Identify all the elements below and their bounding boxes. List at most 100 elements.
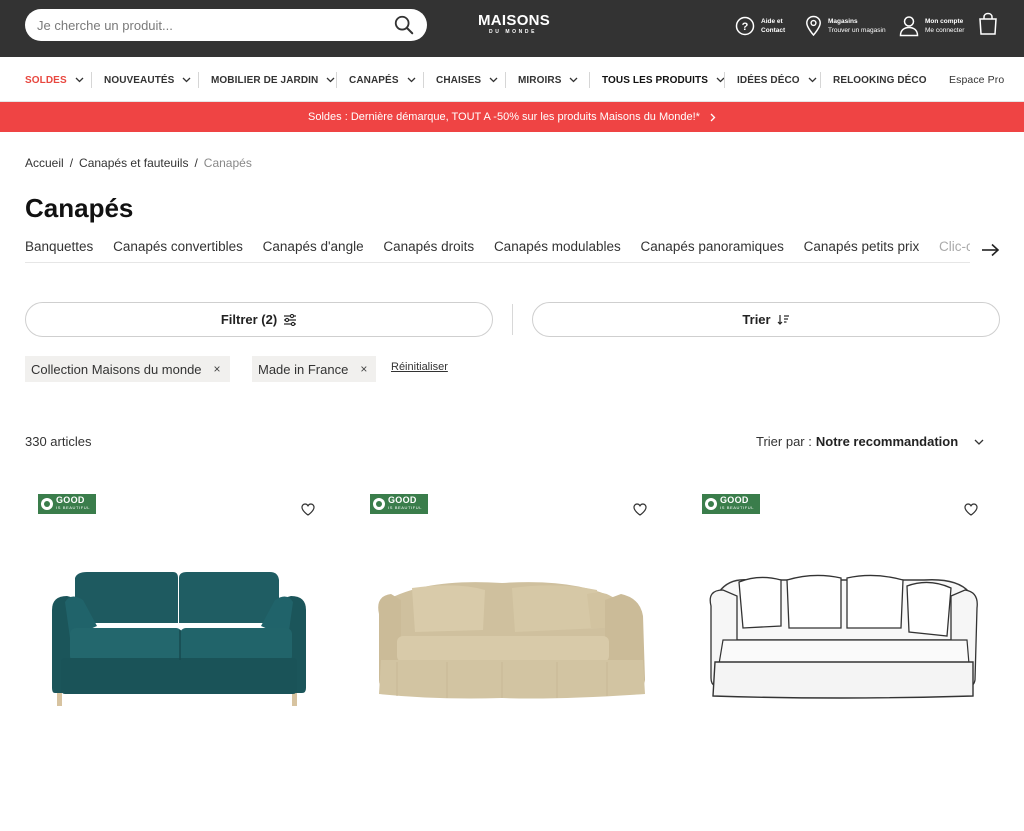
account-link[interactable]: Mon compte Me connecter bbox=[899, 12, 964, 40]
result-count: 330 articles bbox=[25, 434, 92, 449]
chevron-down-icon bbox=[182, 77, 191, 83]
sort-value: Notre recommandation bbox=[815, 434, 959, 449]
badge-title: GOOD bbox=[720, 495, 749, 505]
nav-item-chaises[interactable]: CHAISES bbox=[436, 73, 498, 87]
active-filter-chip[interactable]: Made in France × bbox=[252, 356, 377, 382]
close-icon[interactable]: × bbox=[214, 362, 221, 376]
nav-divider bbox=[336, 72, 337, 88]
chevron-down-icon bbox=[75, 77, 84, 83]
main-nav: SOLDES NOUVEAUTÉS MOBILIER DE JARDIN CAN… bbox=[0, 57, 1024, 102]
badge-title: GOOD bbox=[56, 495, 85, 505]
chevron-down-icon bbox=[326, 77, 335, 83]
sort-icon bbox=[777, 315, 789, 325]
breadcrumb-separator: / bbox=[69, 156, 74, 170]
heart-icon[interactable] bbox=[301, 503, 315, 516]
nav-item-label: TOUS LES PRODUITS bbox=[602, 74, 708, 86]
subcategory-clic-clac[interactable]: Clic-clac bbox=[939, 239, 970, 254]
nav-item-label: RELOOKING DÉCO bbox=[833, 74, 927, 86]
breadcrumb: Accueil / Canapés et fauteuils / Canapés bbox=[25, 156, 252, 170]
sort-label: Trier bbox=[742, 312, 771, 327]
subcategory-panoramiques[interactable]: Canapés panoramiques bbox=[641, 239, 784, 254]
stores-link[interactable]: Magasins Trouver un magasin bbox=[805, 12, 886, 40]
subcategory-angle[interactable]: Canapés d'angle bbox=[263, 239, 364, 254]
espace-pro-label: Espace Pro bbox=[949, 74, 1005, 86]
heart-icon[interactable] bbox=[633, 503, 647, 516]
reset-filters-link[interactable]: Réinitialiser bbox=[391, 361, 448, 373]
chip-label: Collection Maisons du monde bbox=[31, 361, 202, 377]
heart-icon[interactable] bbox=[964, 503, 978, 516]
subcategory-modulables[interactable]: Canapés modulables bbox=[494, 239, 621, 254]
nav-divider bbox=[505, 72, 506, 88]
nav-divider bbox=[724, 72, 725, 88]
logo-line1: MAISONS bbox=[478, 12, 551, 29]
nav-item-tous-produits[interactable]: TOUS LES PRODUITS bbox=[602, 73, 725, 87]
sort-button[interactable]: Trier bbox=[532, 302, 1000, 337]
leaf-icon bbox=[373, 498, 385, 510]
nav-item-canapes[interactable]: CANAPÉS bbox=[349, 73, 416, 87]
product-card[interactable]: GOOD IS BEAUTIFUL bbox=[689, 488, 979, 748]
close-icon[interactable]: × bbox=[360, 362, 367, 376]
product-image[interactable] bbox=[25, 548, 315, 723]
product-card[interactable]: GOOD IS BEAUTIFUL bbox=[357, 488, 647, 748]
search-input[interactable] bbox=[37, 15, 377, 35]
nav-item-jardin[interactable]: MOBILIER DE JARDIN bbox=[211, 73, 335, 87]
good-is-beautiful-badge: GOOD IS BEAUTIFUL bbox=[370, 494, 428, 514]
breadcrumb-current: Canapés bbox=[203, 156, 252, 170]
product-image[interactable] bbox=[357, 548, 647, 723]
nav-divider bbox=[820, 72, 821, 88]
account-line2: Me connecter bbox=[925, 27, 965, 34]
stores-line1: Magasins bbox=[828, 18, 858, 25]
help-contact-link[interactable]: ? Aide et Contact bbox=[735, 12, 785, 40]
nav-item-label: CANAPÉS bbox=[349, 74, 399, 86]
subcategory-convertibles[interactable]: Canapés convertibles bbox=[113, 239, 243, 254]
nav-item-soldes[interactable]: SOLDES bbox=[25, 73, 84, 87]
search-box[interactable] bbox=[25, 9, 427, 41]
badge-subtitle: IS BEAUTIFUL bbox=[56, 505, 91, 510]
sort-dropdown[interactable]: Trier par : Notre recommandation bbox=[756, 434, 984, 449]
chevron-down-icon bbox=[407, 77, 416, 83]
subcategory-droits[interactable]: Canapés droits bbox=[383, 239, 474, 254]
filter-label: Filtrer (2) bbox=[220, 312, 278, 327]
subcategory-banquettes[interactable]: Banquettes bbox=[25, 239, 93, 254]
nav-item-label: IDÉES DÉCO bbox=[737, 74, 800, 86]
breadcrumb-home[interactable]: Accueil bbox=[25, 156, 64, 170]
good-is-beautiful-badge: GOOD IS BEAUTIFUL bbox=[702, 494, 760, 514]
product-image[interactable] bbox=[689, 548, 979, 723]
nav-item-label: NOUVEAUTÉS bbox=[104, 74, 175, 86]
leaf-icon bbox=[41, 498, 53, 510]
nav-item-nouveautes[interactable]: NOUVEAUTÉS bbox=[104, 73, 191, 87]
nav-item-relooking[interactable]: RELOOKING DÉCO bbox=[833, 73, 927, 87]
chevron-down-icon bbox=[489, 77, 498, 83]
user-icon bbox=[899, 16, 919, 37]
breadcrumb-sofas-armchairs[interactable]: Canapés et fauteuils bbox=[79, 156, 188, 170]
leaf-icon bbox=[705, 498, 717, 510]
subcategory-petits-prix[interactable]: Canapés petits prix bbox=[804, 239, 920, 254]
nav-item-miroirs[interactable]: MIROIRS bbox=[518, 73, 578, 87]
promo-banner[interactable]: Soldes : Dernière démarque, TOUT A -50% … bbox=[0, 102, 1024, 132]
filter-sort-divider bbox=[512, 304, 513, 335]
espace-pro-link[interactable]: Espace Pro bbox=[949, 73, 1004, 87]
svg-text:?: ? bbox=[742, 21, 749, 33]
stores-line2: Trouver un magasin bbox=[828, 27, 886, 34]
chip-label: Made in France bbox=[258, 361, 349, 377]
nav-item-label: MOBILIER DE JARDIN bbox=[211, 74, 319, 86]
nav-item-label: CHAISES bbox=[436, 74, 482, 86]
chevron-right-icon bbox=[710, 113, 716, 121]
badge-title: GOOD bbox=[388, 495, 417, 505]
shopping-bag-icon[interactable] bbox=[977, 12, 999, 36]
page-title: Canapés bbox=[25, 193, 134, 223]
nav-item-idees-deco[interactable]: IDÉES DÉCO bbox=[737, 73, 817, 87]
nav-divider bbox=[423, 72, 424, 88]
search-icon[interactable] bbox=[393, 14, 415, 36]
filter-button[interactable]: Filtrer (2) bbox=[25, 302, 493, 337]
breadcrumb-separator: / bbox=[194, 156, 198, 170]
nav-divider bbox=[91, 72, 92, 88]
help-line2: Contact bbox=[761, 27, 786, 34]
good-is-beautiful-badge: GOOD IS BEAUTIFUL bbox=[38, 494, 96, 514]
sort-prefix: Trier par : bbox=[756, 434, 812, 449]
active-filter-chip[interactable]: Collection Maisons du monde × bbox=[25, 356, 230, 382]
nav-divider bbox=[198, 72, 199, 88]
brand-logo[interactable]: MAISONS DU MONDE bbox=[478, 12, 551, 36]
arrow-right-icon[interactable] bbox=[980, 242, 1000, 258]
product-card[interactable]: GOOD IS BEAUTIFUL bbox=[25, 488, 315, 748]
